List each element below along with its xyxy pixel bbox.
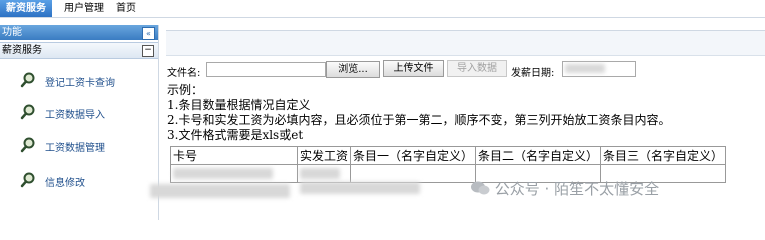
search-icon — [20, 104, 35, 120]
sidebar-item-label: 工资数据导入 — [45, 110, 105, 121]
table-cell — [170, 164, 298, 183]
column-header: 条目三（名字自定义） — [600, 146, 727, 165]
tab-home[interactable]: 首页 — [110, 0, 142, 17]
column-header: 卡号 — [170, 146, 298, 165]
file-path-input[interactable] — [206, 62, 326, 77]
table-cell — [296, 164, 352, 183]
search-icon — [20, 137, 35, 153]
redacted-text — [300, 182, 420, 194]
redacted-text — [150, 184, 290, 198]
search-icon — [20, 72, 35, 88]
browse-button[interactable]: 浏览... — [326, 61, 380, 78]
column-header: 条目一（名字自定义） — [350, 146, 477, 165]
instruction-line-3: 3.文件格式需要是xls或et — [167, 128, 304, 142]
search-icon — [20, 172, 35, 188]
upload-file-button[interactable]: 上传文件 — [383, 60, 444, 77]
section-collapse-icon[interactable]: − — [142, 45, 154, 57]
pay-date-label: 发薪日期: — [511, 68, 555, 79]
sidebar-section-header[interactable]: 薪资服务 − — [0, 42, 158, 59]
sidebar-header: 功能 « — [0, 25, 158, 40]
watermark-text: 公众号 · 陌笙不太懂安全 — [494, 180, 660, 198]
table-header-row: 卡号 实发工资 条目一（名字自定义） 条目二（名字自定义） 条目三（名字自定义） — [170, 146, 727, 165]
sidebar-section-label: 薪资服务 — [2, 45, 42, 56]
table-cell — [350, 164, 477, 183]
column-header: 实发工资 — [296, 146, 352, 165]
collapse-sidebar-icon[interactable]: « — [142, 27, 155, 40]
tab-salary-service[interactable]: 薪资服务 — [0, 0, 52, 17]
column-header: 条目二（名字自定义） — [475, 146, 602, 165]
pay-date-input[interactable] — [562, 61, 636, 77]
sidebar-header-label: 功能 — [2, 27, 22, 38]
tab-user-management[interactable]: 用户管理 — [58, 0, 110, 17]
content-toolbar-strip — [166, 31, 765, 56]
chat-bubble-icon — [471, 181, 490, 195]
import-data-button[interactable]: 导入数据 — [447, 60, 507, 77]
redacted-date — [565, 64, 605, 73]
sidebar-item-label: 信息修改 — [45, 178, 85, 189]
sidebar-item-label: 登记工资卡查询 — [45, 78, 115, 89]
watermark: 公众号 · 陌笙不太懂安全 — [470, 178, 659, 199]
sidebar-item-label: 工资数据管理 — [45, 143, 105, 154]
file-name-label: 文件名: — [167, 68, 201, 79]
